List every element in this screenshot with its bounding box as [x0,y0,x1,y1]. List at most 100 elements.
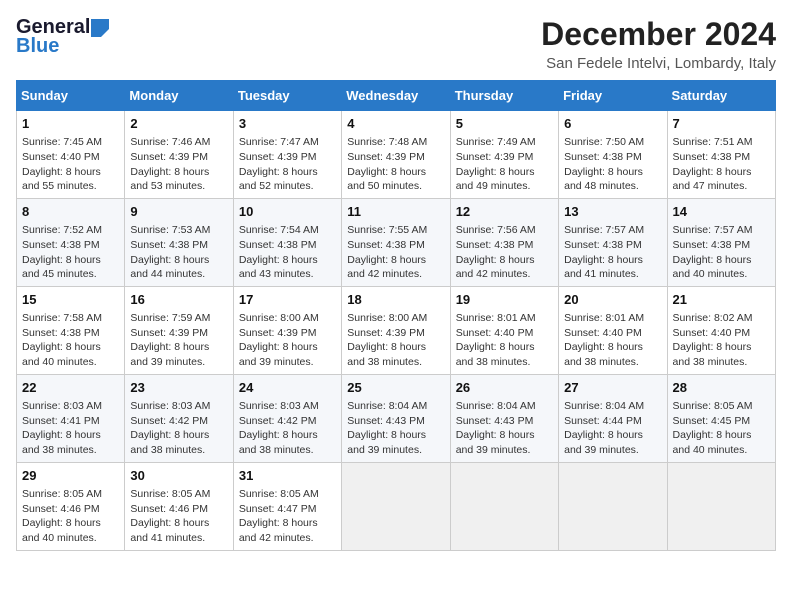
weekday-header-monday: Monday [125,81,233,111]
calendar-table: SundayMondayTuesdayWednesdayThursdayFrid… [16,80,776,551]
sunrise-label: Sunrise: 8:00 AM [239,312,319,324]
day-number: 24 [239,379,336,397]
logo: General Blue [16,16,110,58]
sunset-label: Sunset: 4:38 PM [22,327,100,339]
daylight-label: Daylight: 8 hours and 38 minutes. [347,341,426,368]
daylight-label: Daylight: 8 hours and 39 minutes. [130,341,209,368]
logo-icon [91,19,109,37]
sunrise-label: Sunrise: 7:48 AM [347,136,427,148]
day-number: 31 [239,467,336,485]
week-row-4: 22 Sunrise: 8:03 AM Sunset: 4:41 PM Dayligh… [17,374,776,462]
day-number: 11 [347,203,444,221]
sunset-label: Sunset: 4:41 PM [22,415,100,427]
calendar-cell: 8Sunrise: 7:52 AMSunset: 4:38 PMDaylight… [17,198,125,286]
calendar-cell: 16 Sunrise: 7:59 AM Sunset: 4:39 PM Dayligh… [125,286,233,374]
sunrise-label: Sunrise: 8:04 AM [564,400,644,412]
sunset-label: Sunset: 4:38 PM [456,239,534,251]
calendar-cell: 11Sunrise: 7:55 AMSunset: 4:38 PMDayligh… [342,198,450,286]
calendar-cell: 14Sunrise: 7:57 AMSunset: 4:38 PMDayligh… [667,198,775,286]
day-number: 8 [22,203,119,221]
sunset-label: Sunset: 4:42 PM [130,415,208,427]
sunset-label: Sunset: 4:38 PM [564,239,642,251]
weekday-header-sunday: Sunday [17,81,125,111]
calendar-cell: 3Sunrise: 7:47 AMSunset: 4:39 PMDaylight… [233,111,341,199]
day-number: 29 [22,467,119,485]
sunset-label: Sunset: 4:40 PM [22,151,100,163]
day-number: 23 [130,379,227,397]
sunset-label: Sunset: 4:39 PM [347,327,425,339]
week-row-3: 15 Sunrise: 7:58 AM Sunset: 4:38 PM Dayligh… [17,286,776,374]
calendar-cell: 31Sunrise: 8:05 AMSunset: 4:47 PMDayligh… [233,462,341,550]
sunset-label: Sunset: 4:42 PM [239,415,317,427]
calendar-cell [450,462,558,550]
daylight-label: Daylight: 8 hours and 38 minutes. [673,341,752,368]
daylight-label: Daylight: 8 hours and 55 minutes. [22,166,101,193]
day-number: 10 [239,203,336,221]
sunset-label: Sunset: 4:43 PM [456,415,534,427]
sunset-label: Sunset: 4:46 PM [22,503,100,515]
sunrise-label: Sunrise: 7:45 AM [22,136,102,148]
calendar-cell: 20Sunrise: 8:01 AMSunset: 4:40 PMDayligh… [559,286,667,374]
sunrise-label: Sunrise: 7:46 AM [130,136,210,148]
day-number: 22 [22,379,119,397]
day-number: 15 [22,291,119,309]
calendar-cell: 12Sunrise: 7:56 AMSunset: 4:38 PMDayligh… [450,198,558,286]
week-row-5: 29 Sunrise: 8:05 AM Sunset: 4:46 PM Dayligh… [17,462,776,550]
sunrise-label: Sunrise: 8:03 AM [239,400,319,412]
sunrise-label: Sunrise: 7:58 AM [22,312,102,324]
day-number: 19 [456,291,553,309]
calendar-cell: 2Sunrise: 7:46 AMSunset: 4:39 PMDaylight… [125,111,233,199]
header: General Blue December 2024 San Fedele In… [16,16,776,72]
calendar-cell [559,462,667,550]
daylight-label: Daylight: 8 hours and 38 minutes. [239,429,318,456]
sunset-label: Sunset: 4:39 PM [239,151,317,163]
sunrise-label: Sunrise: 7:59 AM [130,312,210,324]
calendar-cell: 29Sunrise: 8:05 AMSunset: 4:46 PMDayligh… [17,462,125,550]
logo-blue: Blue [16,35,59,58]
daylight-label: Daylight: 8 hours and 49 minutes. [456,166,535,193]
day-number: 9 [130,203,227,221]
calendar-cell: 30Sunrise: 8:05 AMSunset: 4:46 PMDayligh… [125,462,233,550]
daylight-label: Daylight: 8 hours and 39 minutes. [239,341,318,368]
daylight-label: Daylight: 8 hours and 48 minutes. [564,166,643,193]
sunset-label: Sunset: 4:43 PM [347,415,425,427]
day-number: 3 [239,115,336,133]
sunset-label: Sunset: 4:38 PM [239,239,317,251]
sunset-label: Sunset: 4:38 PM [673,239,751,251]
sunset-label: Sunset: 4:44 PM [564,415,642,427]
sunset-label: Sunset: 4:40 PM [456,327,534,339]
day-number: 25 [347,379,444,397]
sunrise-label: Sunrise: 8:05 AM [22,488,102,500]
day-number: 26 [456,379,553,397]
daylight-label: Daylight: 8 hours and 39 minutes. [564,429,643,456]
daylight-label: Daylight: 8 hours and 38 minutes. [564,341,643,368]
sunrise-label: Sunrise: 8:01 AM [564,312,644,324]
calendar-cell: 26Sunrise: 8:04 AMSunset: 4:43 PMDayligh… [450,374,558,462]
sunrise-label: Sunrise: 7:55 AM [347,224,427,236]
daylight-label: Daylight: 8 hours and 38 minutes. [22,429,101,456]
sunrise-label: Sunrise: 7:49 AM [456,136,536,148]
sunset-label: Sunset: 4:38 PM [22,239,100,251]
sunset-label: Sunset: 4:46 PM [130,503,208,515]
sunrise-label: Sunrise: 8:00 AM [347,312,427,324]
calendar-cell: 7Sunrise: 7:51 AMSunset: 4:38 PMDaylight… [667,111,775,199]
day-number: 13 [564,203,661,221]
day-number: 27 [564,379,661,397]
daylight-label: Daylight: 8 hours and 38 minutes. [456,341,535,368]
sunrise-label: Sunrise: 8:02 AM [673,312,753,324]
sunrise-label: Sunrise: 8:04 AM [456,400,536,412]
daylight-label: Daylight: 8 hours and 52 minutes. [239,166,318,193]
sunrise-label: Sunrise: 7:54 AM [239,224,319,236]
day-number: 16 [130,291,227,309]
sunset-label: Sunset: 4:39 PM [130,327,208,339]
calendar-cell: 24 Sunrise: 8:03 AM Sunset: 4:42 PM Dayligh… [233,374,341,462]
daylight-label: Daylight: 8 hours and 40 minutes. [673,254,752,281]
calendar-cell: 13Sunrise: 7:57 AMSunset: 4:38 PMDayligh… [559,198,667,286]
calendar-cell: 9Sunrise: 7:53 AMSunset: 4:38 PMDaylight… [125,198,233,286]
week-row-2: 8Sunrise: 7:52 AMSunset: 4:38 PMDaylight… [17,198,776,286]
location-title: San Fedele Intelvi, Lombardy, Italy [541,55,776,72]
sunset-label: Sunset: 4:38 PM [130,239,208,251]
sunrise-label: Sunrise: 7:57 AM [673,224,753,236]
sunrise-label: Sunrise: 8:05 AM [130,488,210,500]
daylight-label: Daylight: 8 hours and 41 minutes. [130,517,209,544]
